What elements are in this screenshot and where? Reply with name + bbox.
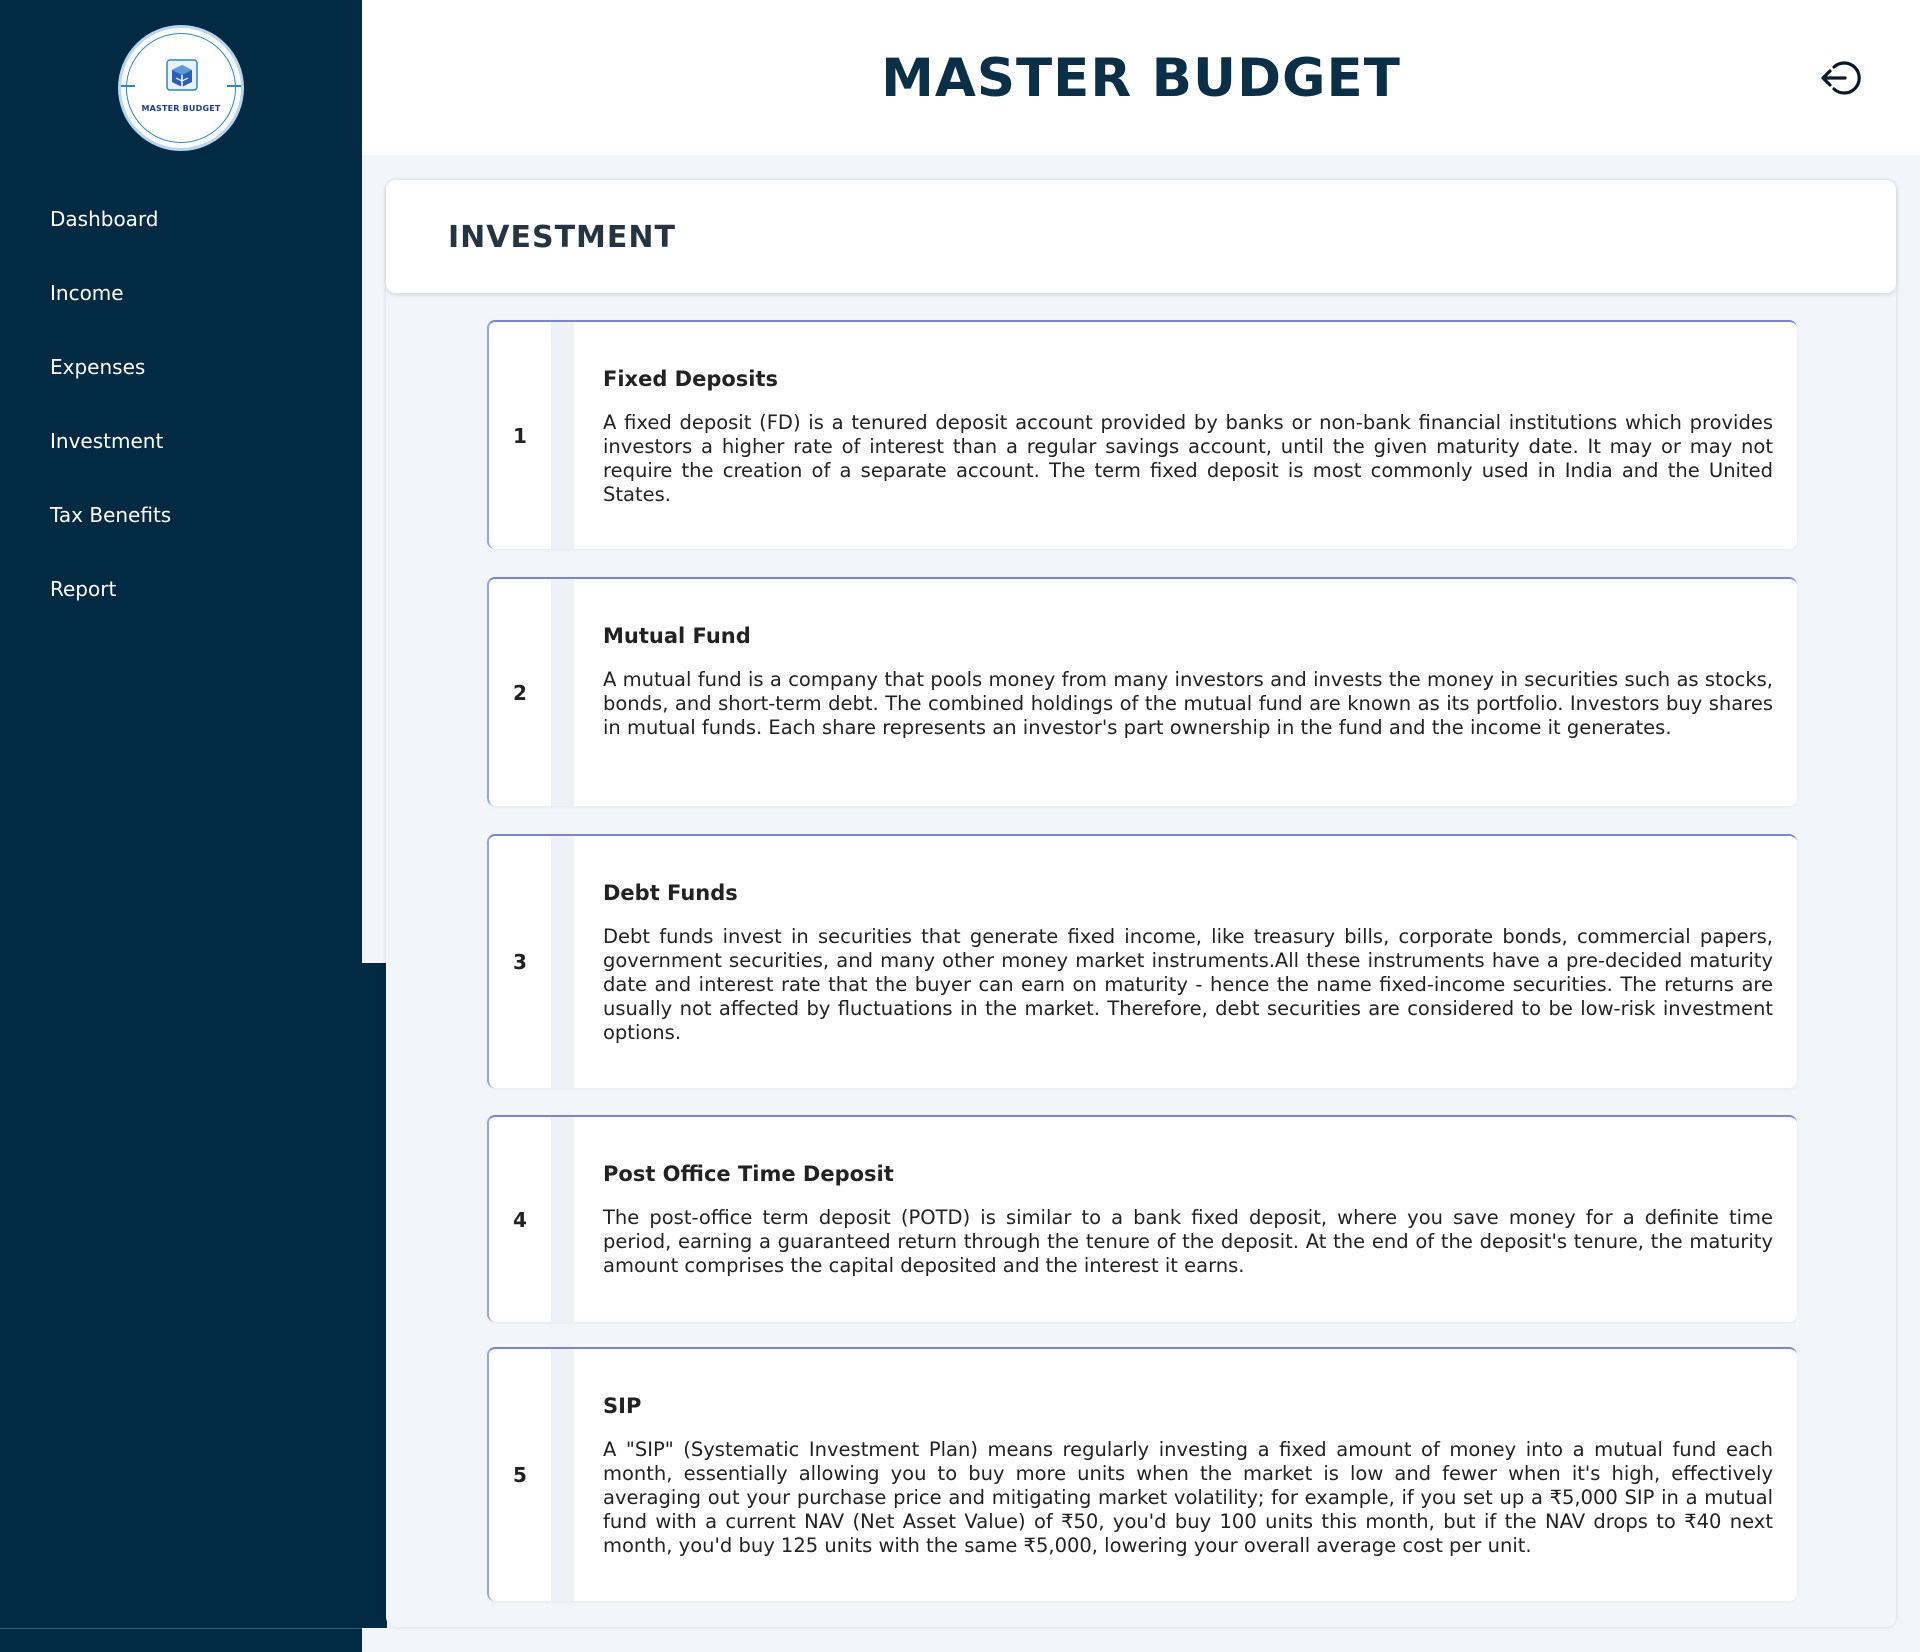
card-divider	[551, 1117, 574, 1322]
logo-line-right	[227, 85, 241, 87]
sidebar-footer	[0, 1628, 362, 1652]
logo-text: MASTER BUDGET	[141, 104, 221, 113]
card-description: A fixed deposit (FD) is a tenured deposi…	[603, 411, 1773, 506]
card-title: Debt Funds	[603, 881, 738, 905]
sidebar-item-tax-benefits[interactable]: Tax Benefits	[50, 496, 171, 570]
card-number: 3	[513, 950, 527, 974]
investment-card: 4 Post Office Time Deposit The post-offi…	[487, 1115, 1797, 1322]
sidebar-nav: Dashboard Income Expenses Investment Tax…	[50, 200, 171, 644]
card-divider	[551, 579, 574, 806]
app-title: MASTER BUDGET	[881, 48, 1401, 109]
investment-card: 5 SIP A "SIP" (Systematic Investment Pla…	[487, 1347, 1797, 1601]
card-description: A mutual fund is a company that pools mo…	[603, 668, 1773, 739]
sidebar-item-report[interactable]: Report	[50, 570, 171, 644]
card-description: Debt funds invest in securities that gen…	[603, 925, 1773, 1044]
section-header: INVESTMENT	[386, 180, 1896, 293]
card-divider	[551, 322, 574, 549]
sidebar-item-expenses[interactable]: Expenses	[50, 348, 171, 422]
card-divider	[551, 1349, 574, 1601]
sidebar-extension	[0, 963, 387, 1628]
card-number: 4	[513, 1207, 527, 1232]
header: MASTER BUDGET	[362, 0, 1920, 155]
card-description: The post-office term deposit (POTD) is s…	[603, 1206, 1773, 1277]
card-title: Fixed Deposits	[603, 367, 779, 391]
logout-icon	[1821, 61, 1861, 95]
sidebar-item-income[interactable]: Income	[50, 274, 171, 348]
card-number: 5	[513, 1463, 527, 1487]
logout-button[interactable]	[1818, 58, 1862, 98]
card-number: 2	[513, 680, 527, 705]
card-description: A "SIP" (Systematic Investment Plan) mea…	[603, 1438, 1773, 1557]
sidebar-item-dashboard[interactable]: Dashboard	[50, 200, 171, 274]
brand-logo[interactable]: MASTER BUDGET	[118, 25, 244, 151]
section-title: INVESTMENT	[448, 220, 676, 255]
investment-card: 1 Fixed Deposits A fixed deposit (FD) is…	[487, 320, 1797, 549]
logo-line-left	[121, 85, 135, 87]
investment-card: 2 Mutual Fund A mutual fund is a company…	[487, 577, 1797, 806]
cube-logo-icon	[166, 59, 198, 91]
card-divider	[551, 836, 574, 1088]
investment-card: 3 Debt Funds Debt funds invest in securi…	[487, 834, 1797, 1088]
card-title: Post Office Time Deposit	[603, 1162, 894, 1186]
card-number: 1	[513, 423, 527, 448]
card-title: Mutual Fund	[603, 624, 751, 648]
investment-panel: INVESTMENT 1 Fixed Deposits A fixed depo…	[386, 180, 1896, 1627]
sidebar-item-investment[interactable]: Investment	[50, 422, 171, 496]
card-title: SIP	[603, 1394, 642, 1418]
